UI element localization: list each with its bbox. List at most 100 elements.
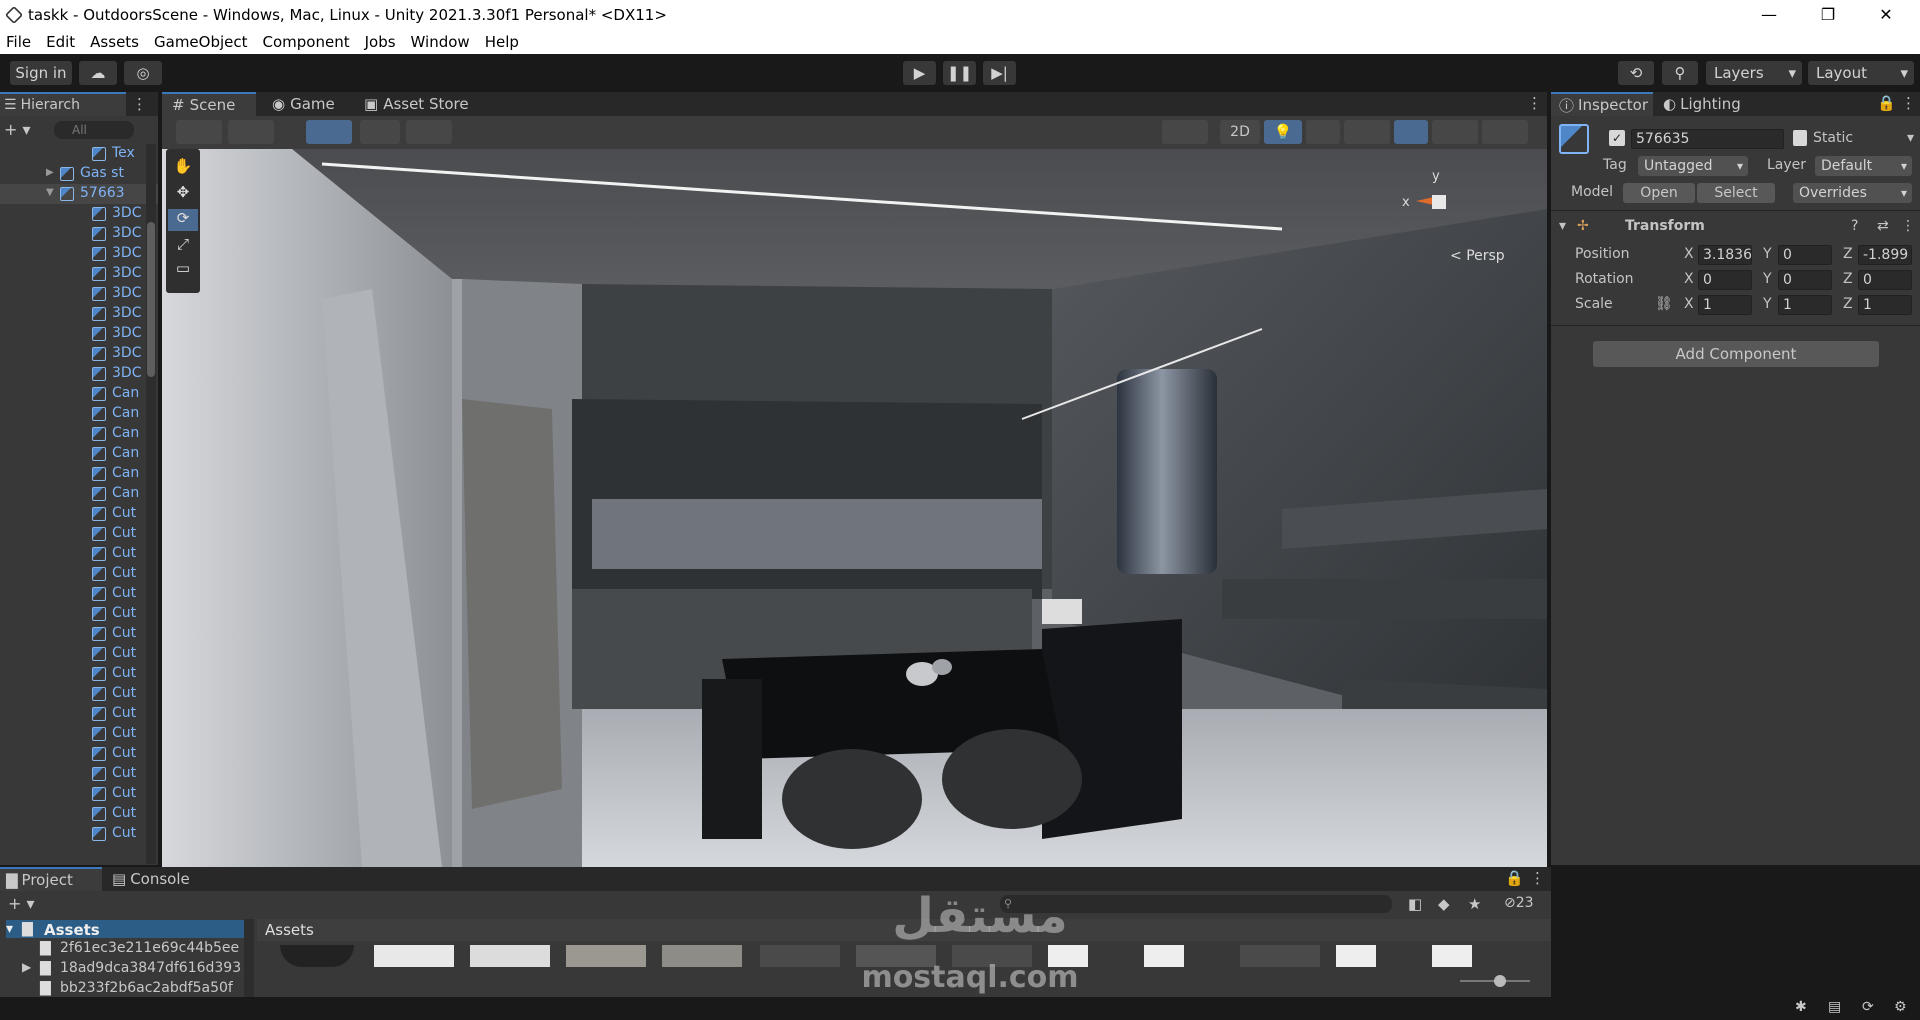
tab-game[interactable]: ◉ Game	[262, 92, 345, 116]
maximize-button[interactable]: ❐	[1805, 0, 1851, 29]
hierarchy-row[interactable]: 3DC	[0, 244, 158, 264]
hierarchy-row[interactable]: Cut	[0, 544, 158, 564]
hierarchy-row[interactable]: Can	[0, 404, 158, 424]
history-button[interactable]: ⟲	[1618, 61, 1654, 85]
asset-thumbnail[interactable]	[1144, 945, 1184, 967]
hierarchy-row[interactable]: 3DC	[0, 364, 158, 384]
close-button[interactable]: ✕	[1863, 0, 1909, 29]
tab-inspector[interactable]: ⓘ Inspector	[1551, 92, 1653, 116]
expand-arrow-icon[interactable]: ▶	[46, 167, 54, 178]
pause-button[interactable]: ❚❚	[943, 61, 976, 85]
lock-icon[interactable]: 🔒	[1877, 94, 1896, 112]
bug-icon[interactable]: ✱	[1795, 999, 1807, 1015]
hierarchy-scrollbar[interactable]	[146, 144, 156, 864]
audio-toggle[interactable]	[1306, 120, 1340, 144]
asset-thumbnail[interactable]	[1336, 945, 1376, 967]
scale-tool-icon[interactable]: ⤢	[168, 235, 198, 257]
layer-dropdown[interactable]: Default	[1815, 156, 1912, 176]
tab-console[interactable]: ▤ Console	[102, 867, 200, 891]
hierarchy-row[interactable]: Cut	[0, 824, 158, 844]
hierarchy-search-input[interactable]: All	[54, 121, 134, 139]
thumbnail-size-slider[interactable]	[1460, 975, 1530, 987]
asset-thumbnail[interactable]	[566, 945, 646, 967]
hierarchy-row[interactable]: Cut	[0, 584, 158, 604]
hierarchy-row[interactable]: Cut	[0, 744, 158, 764]
hierarchy-row[interactable]: 3DC	[0, 264, 158, 284]
more-icon[interactable]: ⋮	[132, 95, 147, 113]
more-icon[interactable]: ⋮	[1901, 218, 1915, 234]
layers-dropdown[interactable]: Layers ▾	[1706, 61, 1802, 85]
filter-label-icon[interactable]: ◆	[1438, 895, 1450, 913]
rect-tool-icon[interactable]: ▭	[168, 259, 198, 281]
chevron-down-icon[interactable]: ▾	[1907, 130, 1914, 146]
hierarchy-row[interactable]: Can	[0, 424, 158, 444]
hierarchy-row[interactable]: Cut	[0, 504, 158, 524]
hierarchy-row[interactable]: Can	[0, 464, 158, 484]
asset-thumbnail[interactable]	[280, 945, 354, 967]
asset-thumbnail[interactable]	[760, 945, 840, 967]
filter-type-icon[interactable]: ◧	[1408, 895, 1422, 913]
hierarchy-row[interactable]: Can	[0, 384, 158, 404]
tab-scene[interactable]: # Scene	[162, 92, 256, 116]
rotation-y-field[interactable]: 0	[1778, 270, 1832, 290]
menu-gameobject[interactable]: GameObject	[154, 33, 248, 51]
asset-thumbnail[interactable]	[470, 945, 550, 967]
tree-item-folder[interactable]: bb233f2b6ac2abdf5a50f	[60, 980, 242, 996]
menu-file[interactable]: File	[6, 33, 31, 51]
position-y-field[interactable]: 0	[1778, 245, 1832, 265]
hierarchy-row[interactable]: Cut	[0, 684, 158, 704]
more-icon[interactable]: ⋮	[1530, 869, 1545, 887]
projection-label[interactable]: < Persp	[1450, 248, 1505, 264]
collab-button[interactable]: ◎	[124, 61, 162, 85]
position-x-field[interactable]: 3.1836	[1698, 245, 1752, 265]
tab-hierarchy[interactable]: ☰ Hierarch	[0, 92, 126, 116]
hierarchy-row[interactable]: ▶ Gas st	[0, 164, 158, 184]
hierarchy-row[interactable]: Tex	[0, 144, 158, 164]
hierarchy-row[interactable]: Can	[0, 444, 158, 464]
tree-item-assets[interactable]	[6, 920, 246, 938]
increment-snap-button[interactable]	[360, 120, 400, 144]
hierarchy-row[interactable]: Cut	[0, 704, 158, 724]
help-icon[interactable]: ?	[1851, 218, 1858, 234]
rotation-z-field[interactable]: 0	[1858, 270, 1912, 290]
menu-window[interactable]: Window	[411, 33, 470, 51]
minimize-button[interactable]: —	[1746, 0, 1792, 29]
hierarchy-row[interactable]: Can	[0, 484, 158, 504]
camera-button[interactable]	[1432, 120, 1478, 144]
lock-icon[interactable]: 🔒	[1505, 869, 1524, 887]
hierarchy-row[interactable]: ▼ 57663	[0, 184, 158, 204]
gizmo-center[interactable]	[1432, 195, 1446, 209]
object-name-input[interactable]: 576635	[1631, 129, 1784, 149]
rotation-x-field[interactable]: 0	[1698, 270, 1752, 290]
hierarchy-row[interactable]: 3DC	[0, 204, 158, 224]
foldout-icon[interactable]: ▶	[22, 960, 31, 974]
more-icon[interactable]: ⋮	[1901, 94, 1916, 112]
ruler-button[interactable]	[406, 120, 452, 144]
rotate-tool-icon[interactable]: ⟳	[168, 209, 198, 231]
progress-icon[interactable]: ⟳	[1862, 999, 1874, 1015]
hierarchy-row[interactable]: Cut	[0, 804, 158, 824]
preset-icon[interactable]: ⇄	[1877, 218, 1889, 234]
layout-dropdown[interactable]: Layout ▾	[1808, 61, 1914, 85]
hierarchy-row[interactable]: Cut	[0, 784, 158, 804]
menu-jobs[interactable]: Jobs	[365, 33, 396, 51]
draw-mode-button[interactable]	[176, 120, 222, 144]
add-component-button[interactable]: Add Component	[1593, 341, 1879, 367]
tab-project[interactable]: ▇ Project	[0, 867, 102, 891]
active-checkbox[interactable]: ✓	[1609, 130, 1625, 146]
cloud-button[interactable]: ☁	[79, 61, 117, 85]
select-button[interactable]: Select	[1697, 183, 1775, 203]
scale-x-field[interactable]: 1	[1698, 295, 1752, 315]
hierarchy-row[interactable]: 3DC	[0, 304, 158, 324]
hierarchy-row[interactable]: Cut	[0, 724, 158, 744]
hierarchy-row[interactable]: Cut	[0, 764, 158, 784]
open-button[interactable]: Open	[1623, 183, 1695, 203]
menu-assets[interactable]: Assets	[90, 33, 139, 51]
hierarchy-row[interactable]: 3DC	[0, 344, 158, 364]
shading-mode-button[interactable]	[1162, 120, 1208, 144]
asset-thumbnail[interactable]	[1432, 945, 1472, 967]
constrain-proportions-icon[interactable]: ⛓	[1655, 296, 1673, 312]
favorite-icon[interactable]: ★	[1468, 895, 1481, 913]
scene-viewport[interactable]: ✋ ✥ ⟳ ⤢ ▭ y x < Persp	[162, 149, 1547, 867]
play-button[interactable]: ▶	[903, 61, 936, 85]
